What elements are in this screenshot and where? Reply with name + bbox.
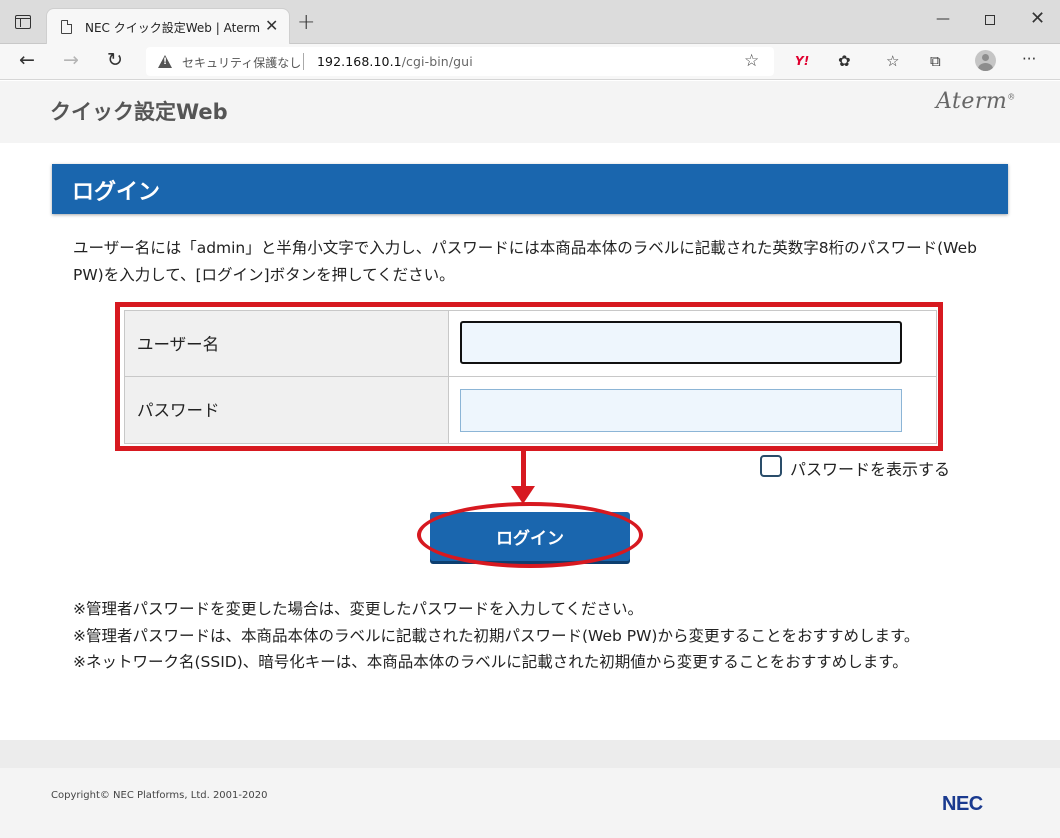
- page-header: クイック設定Web Aterm®: [0, 81, 1060, 143]
- login-button[interactable]: ログイン: [430, 512, 630, 561]
- aterm-logo: Aterm®: [936, 89, 1016, 114]
- url-text[interactable]: 192.168.10.1/cgi-bin/gui: [317, 54, 473, 69]
- note-item: ※ネットワーク名(SSID)、暗号化キーは、本商品本体のラベルに記載された初期値…: [73, 653, 908, 671]
- yahoo-extension-icon[interactable]: Y!: [795, 54, 809, 68]
- note-item: ※管理者パスワードは、本商品本体のラベルに記載された初期パスワード(Web PW…: [73, 626, 920, 645]
- show-password-checkbox[interactable]: [760, 455, 782, 477]
- browser-tab[interactable]: NEC クイック設定Web | Aterm ✕: [46, 8, 290, 45]
- more-menu-icon[interactable]: ···: [1022, 50, 1036, 68]
- page-footer: Copyright© NEC Platforms, Ltd. 2001-2020…: [0, 740, 1060, 838]
- brand-text: Aterm: [936, 89, 1008, 114]
- nec-logo: NEC: [942, 793, 983, 815]
- address-separator: [303, 53, 304, 70]
- close-window-button[interactable]: ✕: [1030, 8, 1045, 29]
- tab-actions-icon[interactable]: [15, 15, 31, 29]
- address-bar[interactable]: セキュリティ保護なし 192.168.10.1/cgi-bin/gui ☆: [146, 47, 774, 76]
- login-banner: ログイン: [52, 164, 1008, 214]
- security-status[interactable]: セキュリティ保護なし: [182, 54, 301, 71]
- copyright-text: Copyright© NEC Platforms, Ltd. 2001-2020: [51, 790, 268, 801]
- forward-button[interactable]: →: [63, 49, 79, 71]
- tab-close-icon[interactable]: ✕: [265, 16, 278, 35]
- site-title: クイック設定Web: [50, 100, 228, 124]
- warning-icon[interactable]: [158, 55, 172, 68]
- extensions-icon[interactable]: ✿: [838, 52, 851, 70]
- password-row: パスワード: [125, 377, 936, 443]
- note-item: ※管理者パスワードを変更した場合は、変更したパスワードを入力してください。: [73, 600, 644, 618]
- maximize-button[interactable]: [985, 15, 995, 25]
- username-row: ユーザー名: [125, 311, 936, 377]
- password-label-cell: パスワード: [125, 377, 449, 443]
- favorites-icon[interactable]: ☆: [886, 52, 899, 70]
- url-path: /cgi-bin/gui: [401, 54, 473, 69]
- login-form-table: ユーザー名 パスワード: [124, 310, 937, 444]
- collections-icon[interactable]: ⧉: [930, 52, 941, 70]
- browser-titlebar: NEC クイック設定Web | Aterm ✕ + — ✕: [0, 0, 1060, 45]
- profile-avatar[interactable]: [975, 50, 996, 71]
- password-label: パスワード: [137, 401, 220, 420]
- username-label-cell: ユーザー名: [125, 311, 449, 376]
- username-input[interactable]: [460, 321, 902, 364]
- minimize-button[interactable]: —: [936, 11, 950, 27]
- annotation-arrow-head: [511, 486, 535, 504]
- new-tab-button[interactable]: +: [297, 10, 315, 35]
- username-label: ユーザー名: [137, 335, 220, 354]
- browser-toolbar: ← → ↻ セキュリティ保護なし 192.168.10.1/cgi-bin/gu…: [0, 44, 1060, 80]
- add-favorite-icon[interactable]: ☆: [744, 51, 759, 71]
- login-heading: ログイン: [72, 180, 161, 205]
- back-button[interactable]: ←: [19, 49, 35, 71]
- reload-button[interactable]: ↻: [107, 49, 123, 71]
- login-notes: ※管理者パスワードを変更した場合は、変更したパスワードを入力してください。 ※管…: [73, 596, 993, 676]
- annotation-arrow: [521, 450, 526, 490]
- login-instructions: ユーザー名には「admin」と半角小文字で入力し、パスワードには本商品本体のラベ…: [73, 239, 977, 284]
- footer-band: [0, 740, 1060, 768]
- page-icon: [61, 20, 72, 34]
- show-password-label[interactable]: パスワードを表示する: [790, 456, 950, 480]
- password-input[interactable]: [460, 389, 902, 432]
- url-host: 192.168.10.1: [317, 54, 402, 69]
- tab-title: NEC クイック設定Web | Aterm: [85, 21, 261, 35]
